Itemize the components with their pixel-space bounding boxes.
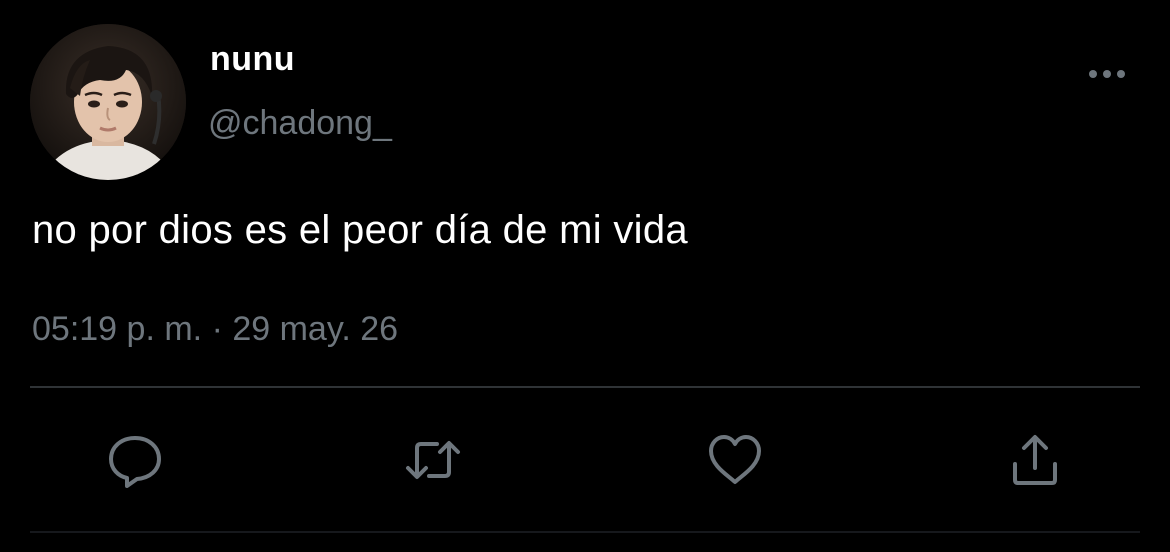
timestamp-separator: · xyxy=(211,310,223,348)
tweet-timestamp[interactable]: 05:19 p. m. · 29 may. 26 xyxy=(32,310,398,349)
comment-bubble-icon xyxy=(109,436,161,488)
avatar[interactable] xyxy=(30,24,186,180)
divider xyxy=(30,386,1140,388)
heart-icon xyxy=(709,435,761,484)
retweet-arrows-icon xyxy=(406,441,460,479)
reply-button[interactable] xyxy=(105,430,165,490)
tweet-time: 05:19 p. m. xyxy=(32,310,203,348)
user-handle[interactable]: @chadong_ xyxy=(208,104,392,143)
share-button[interactable] xyxy=(1005,430,1065,490)
tweet-card: nunu @chadong_ no por dios es el peor dí… xyxy=(0,0,1170,552)
more-options-button[interactable] xyxy=(1084,62,1130,86)
avatar-photo xyxy=(30,24,186,180)
like-button[interactable] xyxy=(705,430,765,490)
share-upload-icon xyxy=(1013,435,1057,485)
retweet-button[interactable] xyxy=(403,430,463,490)
ellipsis-icon xyxy=(1089,70,1125,78)
tweet-text: no por dios es el peor día de mi vida xyxy=(32,208,688,252)
tweet-date: 29 may. 26 xyxy=(232,310,399,348)
display-name[interactable]: nunu xyxy=(210,40,295,79)
bottom-divider xyxy=(30,531,1140,533)
